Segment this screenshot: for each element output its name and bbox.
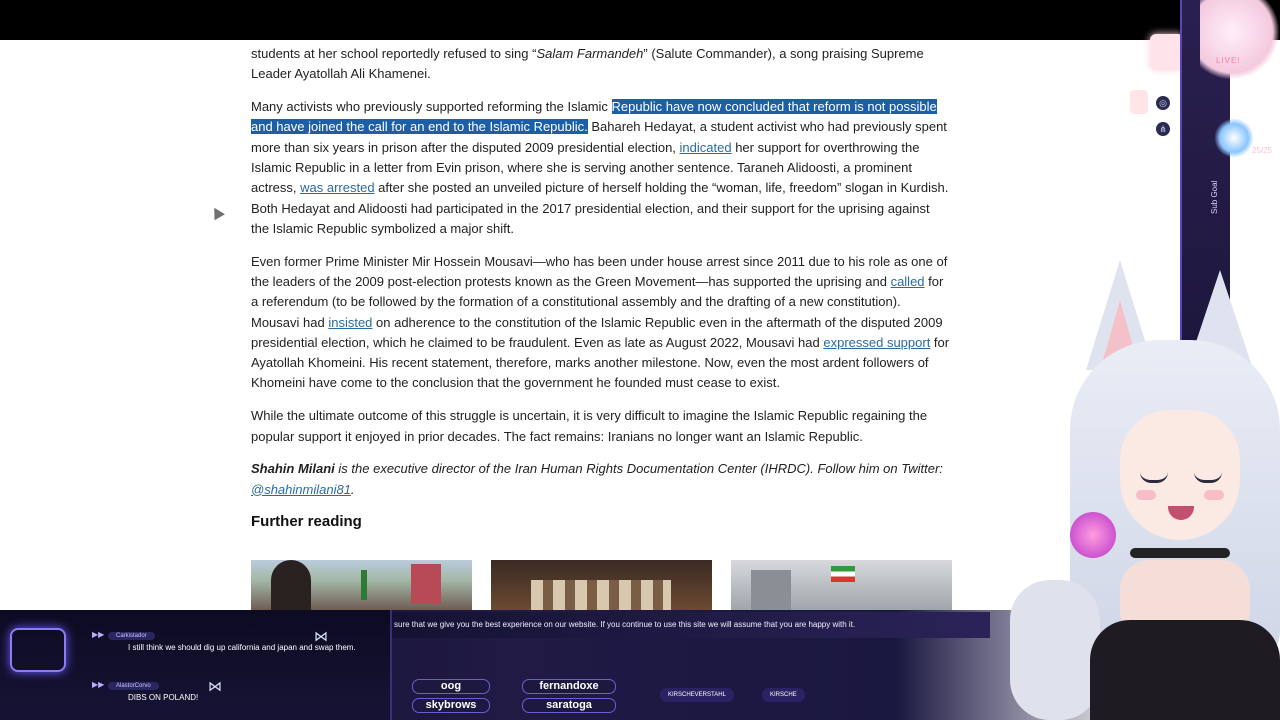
glow-orb-icon <box>1214 118 1254 158</box>
right-eye <box>1194 472 1222 483</box>
ribbon-decoration <box>1150 34 1184 70</box>
article-body: students at her school reportedly refuse… <box>251 40 951 541</box>
tag-saratoga: saratoga <box>522 698 616 713</box>
small-ribbon-decoration <box>1130 90 1148 114</box>
further-reading-heading: Further reading <box>251 513 362 531</box>
link-insisted[interactable]: insisted <box>328 315 372 330</box>
paragraph-4: While the ultimate outcome of this strug… <box>251 408 928 444</box>
chat-message: ▶▶ AlastorCorvo DIBS ON POLAND! <box>92 680 198 703</box>
sub-counter: 25/25 <box>1252 146 1273 155</box>
chat-text: DIBS ON POLAND! <box>128 693 199 702</box>
outfit <box>1090 620 1280 720</box>
blush <box>1136 490 1156 500</box>
chevron-icon: ▶▶ <box>92 680 105 689</box>
cat-mascot-icon <box>10 628 66 672</box>
twitter-link[interactable]: @shahinmilani81 <box>251 482 351 497</box>
thumb-figure <box>271 560 311 610</box>
left-eye <box>1140 472 1168 483</box>
thumb-photo <box>411 564 441 604</box>
chat-username: AlastorCorvo <box>108 682 159 690</box>
arm <box>1010 580 1100 720</box>
mouth <box>1168 506 1194 520</box>
thumbnail-1[interactable] <box>251 560 472 610</box>
bow-icon: ⋈ <box>208 678 222 694</box>
thumb-building <box>751 570 791 610</box>
mouse-cursor <box>209 204 225 221</box>
paragraph-2: Many activists who previously supported … <box>251 99 949 236</box>
thumbnail-3[interactable] <box>731 560 952 610</box>
author-byline: Shahin Milani is the executive director … <box>251 461 943 497</box>
choker <box>1130 548 1230 558</box>
bow-icon: ⋈ <box>314 628 328 644</box>
thumbnail-2[interactable] <box>491 560 712 610</box>
top-black-bar <box>0 0 1280 40</box>
social-twitch: KIRSCHEVERSTAHL <box>660 688 734 702</box>
social-kirsche: KIRSCHE <box>762 688 805 702</box>
paragraph-3: Even former Prime Minister Mir Hossein M… <box>251 253 950 391</box>
link-expressed-support[interactable]: expressed support <box>823 335 930 350</box>
further-reading-thumbnails <box>251 560 952 610</box>
chat-box: ▶▶ Carkistador I still think we should d… <box>0 610 392 720</box>
cookie-notice: sure that we give you the best experienc… <box>390 612 990 638</box>
blush <box>1204 490 1224 500</box>
tag-fernandoxe: fernandoxe <box>522 679 616 694</box>
vtuber-avatar <box>1000 250 1280 720</box>
paragraph-1: students at her school reportedly refuse… <box>251 46 924 82</box>
link-called[interactable]: called <box>891 274 925 289</box>
link-indicated[interactable]: indicated <box>680 140 732 155</box>
tag-oog: oog <box>412 679 490 694</box>
chat-username: Carkistador <box>108 632 155 640</box>
flower-hair-ornament <box>1070 512 1116 558</box>
live-badge-decoration <box>1200 0 1280 80</box>
tag-skybrows: skybrows <box>412 698 490 713</box>
share-icon: ⋔ <box>1156 122 1170 136</box>
link-was-arrested[interactable]: was arrested <box>300 180 374 195</box>
thumb-iran-flag <box>831 566 855 582</box>
sub-goal-label: Sub Goal <box>1210 180 1219 214</box>
thumb-candles <box>531 580 671 610</box>
discord-icon: ◎ <box>1156 96 1170 110</box>
live-label: LIVE! <box>1216 56 1241 65</box>
chevron-icon: ▶▶ <box>92 630 105 639</box>
face <box>1120 410 1240 540</box>
thumb-flag <box>361 570 367 600</box>
